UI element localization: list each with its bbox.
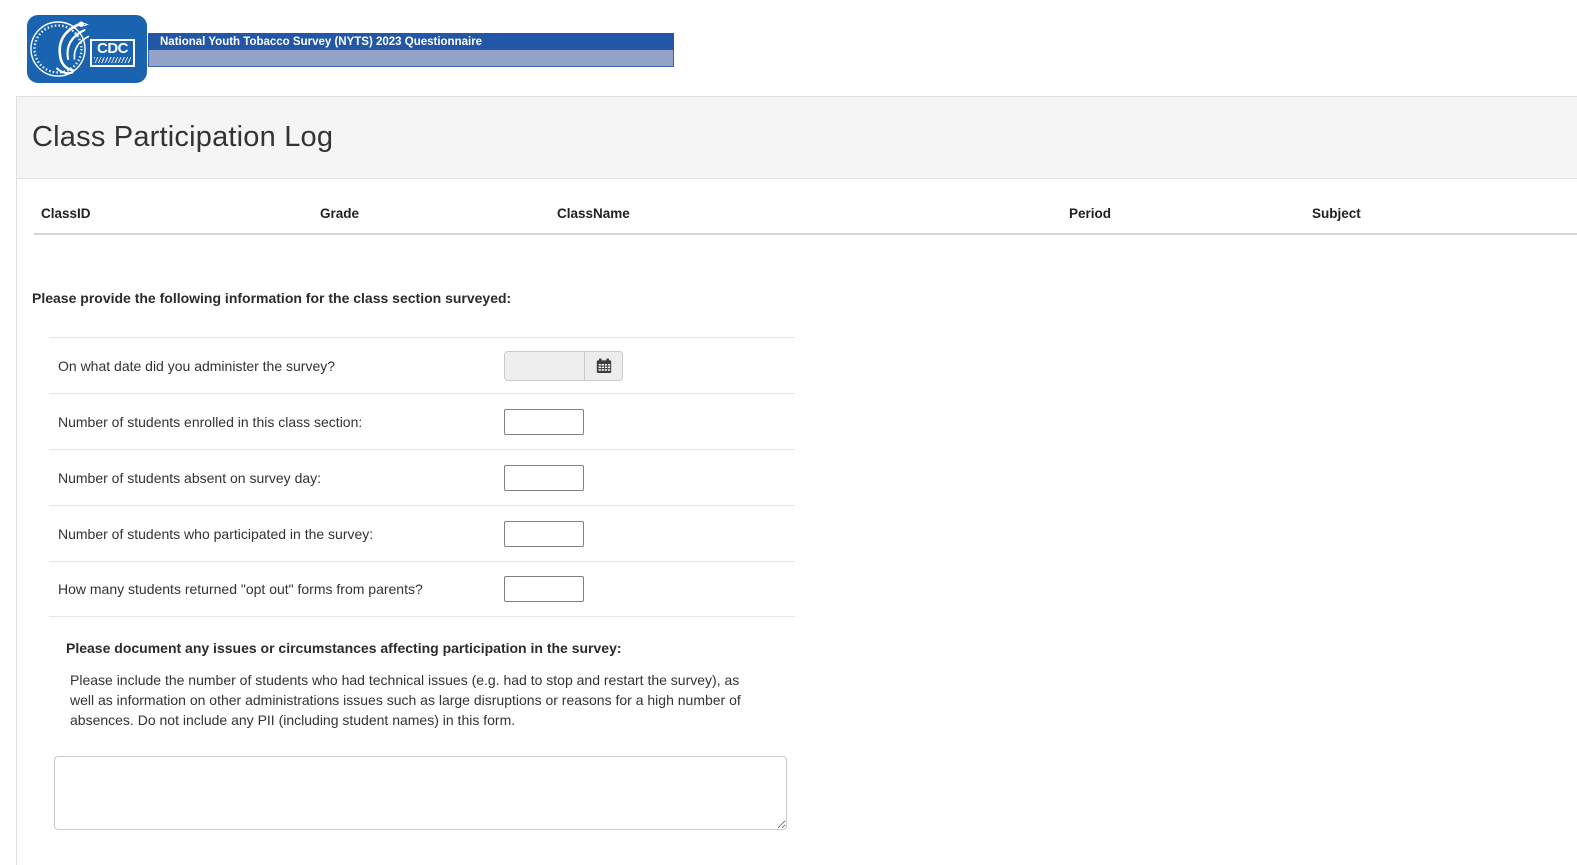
question-label: Number of students enrolled in this clas… xyxy=(58,413,363,430)
banner-title-bar: National Youth Tobacco Survey (NYTS) 202… xyxy=(148,33,674,50)
banner-title: National Youth Tobacco Survey (NYTS) 202… xyxy=(160,35,483,48)
cdc-logo-text: CDC xyxy=(97,40,129,57)
question-label: Number of students absent on survey day: xyxy=(58,469,322,486)
issues-instructions: Please include the number of students wh… xyxy=(70,672,741,728)
column-header-classname: ClassName xyxy=(557,206,630,221)
site-header: CDC National Youth Tobacco Survey (NYTS)… xyxy=(0,0,1577,96)
calendar-button[interactable] xyxy=(585,351,622,380)
calendar-icon xyxy=(596,358,611,373)
question-row: Number of students who participated in t… xyxy=(49,505,795,561)
cdc-logo-box: CDC xyxy=(90,39,135,67)
question-row: Number of students absent on survey day: xyxy=(49,449,795,505)
questions-list: On what date did you administer the surv… xyxy=(49,337,795,617)
issues-heading: Please document any issues or circumstan… xyxy=(66,640,622,656)
column-header-grade: Grade xyxy=(320,206,360,221)
date-input-group xyxy=(504,350,623,381)
app-banner: National Youth Tobacco Survey (NYTS) 202… xyxy=(148,33,674,67)
banner-subbar xyxy=(148,50,674,67)
issues-textarea[interactable] xyxy=(54,756,787,830)
card-body: ClassID Grade ClassName Period Subject P… xyxy=(17,206,1577,830)
optout-forms-count-input[interactable] xyxy=(504,576,584,602)
question-row: Number of students enrolled in this clas… xyxy=(49,393,795,449)
cdc-logo: CDC xyxy=(27,15,147,83)
survey-date-input[interactable] xyxy=(505,351,585,380)
column-header-classid: ClassID xyxy=(41,206,91,221)
absent-count-input[interactable] xyxy=(504,464,584,491)
participated-count-input[interactable] xyxy=(504,520,584,547)
enrolled-count-input[interactable] xyxy=(504,408,584,435)
page-title: Class Participation Log xyxy=(32,121,334,153)
question-label: How many students returned "opt out" for… xyxy=(58,581,423,597)
class-table-header: ClassID Grade ClassName Period Subject xyxy=(34,206,1577,235)
question-row: How many students returned "opt out" for… xyxy=(49,561,795,617)
card-header: Class Participation Log xyxy=(17,97,1577,179)
column-header-period: Period xyxy=(1069,206,1112,221)
question-label: Number of students who participated in t… xyxy=(58,525,374,542)
content-card: Class Participation Log ClassID Grade Cl… xyxy=(16,96,1577,865)
cdc-logo-hatch xyxy=(94,57,131,63)
question-label: On what date did you administer the surv… xyxy=(58,357,336,374)
column-header-subject: Subject xyxy=(1312,206,1361,221)
question-row: On what date did you administer the surv… xyxy=(49,337,795,393)
section-heading: Please provide the following information… xyxy=(32,290,512,306)
